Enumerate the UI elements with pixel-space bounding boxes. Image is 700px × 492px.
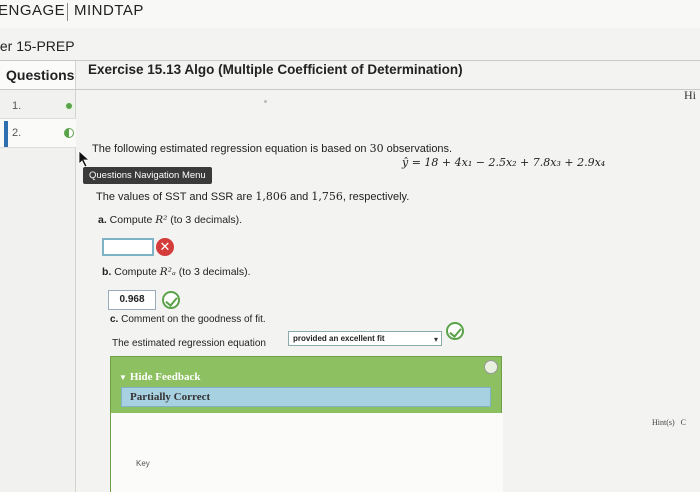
exercise-title: Exercise 15.13 Algo (Multiple Coefficien… — [88, 62, 463, 77]
hide-feedback-button[interactable]: ▼ Hide Feedback — [119, 371, 201, 383]
part-a-prompt: a. Compute R² (to 3 decimals). — [98, 214, 243, 226]
incorrect-icon: ✕ — [156, 238, 174, 256]
feedback-status: Partially Correct — [130, 391, 211, 403]
part-b-answer-input[interactable]: 0.968 — [108, 290, 156, 310]
active-indicator — [4, 121, 8, 147]
questions-sidebar: 1. 2. — [0, 90, 76, 492]
question-number: 1. — [12, 100, 22, 112]
key-link[interactable]: Key — [136, 459, 150, 468]
partial-status-icon — [64, 128, 74, 138]
hints-link[interactable]: Hint(s) C — [652, 418, 686, 427]
mouse-cursor-icon — [78, 150, 91, 168]
divider — [0, 60, 700, 61]
correct-check-icon — [162, 291, 180, 309]
problem-intro: The following estimated regression equat… — [92, 142, 453, 155]
questions-label: Questions — [6, 67, 75, 83]
sst-ssr-statement: The values of SST and SSR are 1,806 and … — [96, 190, 410, 203]
brand-engage: ENGAGE — [0, 2, 66, 19]
feedback-body — [111, 413, 503, 492]
question-number: 2. — [12, 127, 22, 139]
complete-status-icon — [64, 101, 74, 111]
top-bar: ENGAGE MINDTAP — [0, 0, 700, 28]
goodness-of-fit-select[interactable]: provided an excellent fit ▾ — [288, 331, 442, 346]
questions-header[interactable]: Questions — [0, 61, 76, 89]
feedback-status-box: Partially Correct — [121, 387, 491, 407]
brand-mindtap: MINDTAP — [74, 2, 144, 19]
chapter-title: ter 15-PREP — [0, 38, 75, 54]
regression-equation: ŷ = 18 + 4x₁ − 2.5x₂ + 7.8x₃ + 2.9x₄ — [402, 156, 606, 169]
part-c-prompt: c. Comment on the goodness of fit. — [110, 314, 266, 325]
navigation-tooltip: Questions Navigation Menu — [83, 167, 212, 184]
caret-down-icon: ▼ — [119, 373, 127, 382]
feedback-panel: ▼ Hide Feedback Partially Correct — [110, 356, 503, 492]
question-item-2[interactable]: 2. — [0, 118, 76, 148]
brand-divider — [67, 3, 68, 21]
decorative-dot — [264, 100, 267, 103]
part-a-answer-input[interactable] — [102, 238, 154, 256]
goodness-of-fit-sentence: The estimated regression equation — [112, 338, 266, 349]
question-content: The following estimated regression equat… — [78, 90, 700, 492]
correct-check-icon — [446, 322, 464, 340]
feedback-toggle-icon[interactable] — [484, 360, 498, 374]
part-b-prompt: b. Compute R²ₐ (to 3 decimals). — [102, 266, 251, 278]
chevron-down-icon: ▾ — [433, 335, 438, 344]
